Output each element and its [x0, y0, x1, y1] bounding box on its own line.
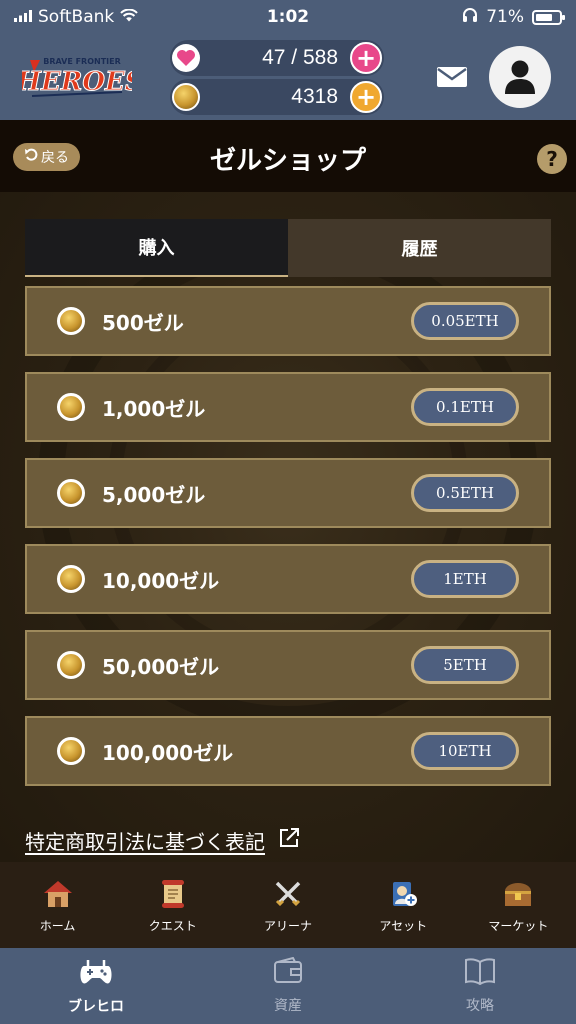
zel-coin-icon [57, 307, 85, 335]
zel-coin-icon [57, 565, 85, 593]
title-bar: 戻る ゼルショップ ? [0, 120, 576, 192]
nav-assets[interactable]: アセット [346, 862, 461, 948]
brave-frontier-heroes-logo[interactable]: BRAVE FRONTIER HEROES [15, 52, 144, 104]
zel-value: 4318 [291, 85, 338, 108]
product-item-500[interactable]: 500ゼル 0.05ETH [25, 286, 551, 356]
commercial-law-link[interactable]: 特定商取引法に基づく表記 [25, 826, 301, 855]
product-label: 500ゼル [102, 310, 184, 335]
signal-icon [14, 7, 32, 27]
battery-percent: 71% [486, 7, 524, 27]
price-button[interactable]: 0.5ETH [411, 474, 519, 512]
wifi-icon [120, 7, 138, 27]
price-button[interactable]: 1ETH [411, 560, 519, 598]
battery-icon [532, 9, 565, 25]
product-item-100000[interactable]: 100,000ゼル 10ETH [25, 716, 551, 786]
nav-arena[interactable]: アリーナ [230, 862, 345, 948]
nav-market-label: マーケット [488, 918, 549, 933]
nav-home[interactable]: ホーム [0, 862, 115, 948]
gamepad-icon [78, 956, 114, 990]
nav-arena-label: アリーナ [264, 918, 313, 933]
product-item-1000[interactable]: 1,000ゼル 0.1ETH [25, 372, 551, 442]
status-right: 71% [462, 7, 565, 27]
tab-guide[interactable]: 攻略 [384, 948, 576, 1024]
status-left: SoftBank [14, 7, 138, 27]
zel-coin-icon [57, 479, 85, 507]
game-nav: ホーム クエスト アリーナ アセット マーケット [0, 862, 576, 948]
commercial-law-label: 特定商取引法に基づく表記 [25, 830, 265, 854]
heart-icon [172, 44, 200, 72]
zel-coin-icon [57, 737, 85, 765]
tab-purchase[interactable]: 購入 [25, 219, 288, 277]
product-label: 5,000ゼル [102, 482, 206, 507]
tab-assets[interactable]: 資産 [192, 948, 384, 1024]
nav-home-label: ホーム [39, 918, 76, 933]
stamina-value: 47 / 588 [262, 46, 338, 69]
nav-quest-label: クエスト [148, 918, 197, 933]
tab-bravehero-label: ブレヒロ [68, 999, 124, 1015]
product-item-10000[interactable]: 10,000ゼル 1ETH [25, 544, 551, 614]
add-zel-button[interactable]: + [350, 81, 382, 113]
wallet-icon [273, 956, 303, 989]
product-label: 1,000ゼル [102, 396, 206, 421]
avatar[interactable] [489, 46, 551, 108]
stamina-display: 47 / 588 + [170, 40, 384, 76]
treasure-chest-icon [500, 877, 536, 911]
product-item-50000[interactable]: 50,000ゼル 5ETH [25, 630, 551, 700]
house-icon [40, 877, 76, 911]
headphones-icon [462, 7, 478, 27]
zel-coin-icon [57, 393, 85, 421]
mail-icon[interactable] [436, 66, 468, 88]
character-card-icon [385, 877, 421, 911]
nav-quest[interactable]: クエスト [115, 862, 230, 948]
external-link-icon [277, 826, 301, 855]
app-header: BRAVE FRONTIER HEROES 47 / 588 + 4318 + [0, 34, 576, 120]
zel-coin-icon [57, 651, 85, 679]
product-label: 10,000ゼル [102, 568, 220, 593]
nav-assets-label: アセット [379, 918, 428, 933]
user-icon [505, 60, 535, 94]
price-button[interactable]: 0.1ETH [411, 388, 519, 426]
nav-market[interactable]: マーケット [461, 862, 576, 948]
scroll-icon [155, 877, 191, 911]
add-stamina-button[interactable]: + [350, 42, 382, 74]
help-icon[interactable]: ? [537, 144, 567, 174]
product-label: 100,000ゼル [102, 740, 234, 765]
tab-bravehero[interactable]: ブレヒロ [0, 948, 192, 1024]
shop-content: 購入 履歴 500ゼル 0.05ETH 1,000ゼル 0.1ETH 5,000… [0, 192, 576, 862]
status-bar: SoftBank 1:02 71% [0, 0, 576, 34]
product-item-5000[interactable]: 5,000ゼル 0.5ETH [25, 458, 551, 528]
zel-display: 4318 + [170, 79, 384, 115]
book-icon [464, 957, 496, 989]
carrier-name: SoftBank [38, 7, 115, 27]
shop-tabs: 購入 履歴 [25, 219, 551, 277]
crossed-swords-icon [270, 877, 306, 911]
price-button[interactable]: 5ETH [411, 646, 519, 684]
page-title: ゼルショップ [209, 146, 366, 176]
tab-guide-label: 攻略 [466, 998, 494, 1014]
tab-history[interactable]: 履歴 [288, 219, 551, 277]
tab-assets-label: 資産 [274, 998, 302, 1014]
price-button[interactable]: 0.05ETH [411, 302, 519, 340]
logo-subtext: BRAVE FRONTIER [43, 57, 121, 66]
price-button[interactable]: 10ETH [411, 732, 519, 770]
bottom-tab-bar: ブレヒロ 資産 攻略 [0, 948, 576, 1024]
product-label: 50,000ゼル [102, 654, 220, 679]
zel-coin-icon [172, 83, 200, 111]
